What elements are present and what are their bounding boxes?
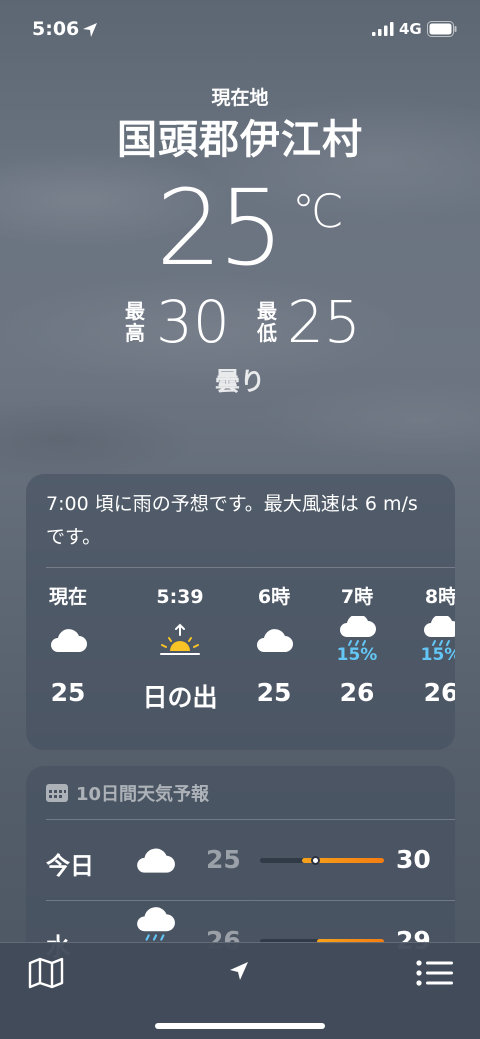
hour-temperature: 26 [339, 678, 375, 707]
cloud-rain-icon [137, 907, 175, 941]
status-time: 5:06 [32, 18, 80, 40]
city-name: 国頭郡伊江村 [117, 117, 363, 163]
cloud-icon [51, 629, 87, 652]
temperature-range-bar [260, 856, 384, 865]
map-icon[interactable] [28, 957, 64, 989]
hour-temperature: 25 [256, 678, 292, 707]
hour-temperature: 25 [50, 678, 86, 707]
low-label: 最低 [256, 300, 280, 344]
hour-label: 現在 [48, 586, 87, 608]
hour-label: 6時 [257, 586, 291, 608]
location-services-icon [83, 23, 97, 37]
hour-label: 5:39 [156, 586, 204, 608]
temperature-unit: ℃ [292, 184, 344, 238]
day-row-today[interactable]: 今日 25 30 [26, 820, 455, 900]
low-temperature: 25 [287, 288, 361, 356]
location-header: 現在地 国頭郡伊江村 [0, 84, 480, 166]
hour-label: 7時 [340, 586, 374, 608]
location-label: 現在地 [211, 87, 269, 109]
weather-condition: 曇り [214, 367, 265, 396]
ten-day-forecast-card[interactable]: 10日間天気予報 今日 25 30 水 26 29 [26, 766, 455, 966]
forecast-summary: 7:00 頃に雨の予想です。最大風速は 6 m/s です。 [46, 493, 418, 548]
ten-day-header: 10日間天気予報 [46, 780, 209, 806]
location-arrow-icon[interactable] [229, 961, 249, 981]
high-temperature: 30 [156, 288, 230, 356]
high-label: 最高 [124, 300, 148, 344]
hour-item[interactable]: 5:39 日の出 [132, 584, 228, 712]
battery-icon [427, 21, 457, 37]
hour-label: 8時 [424, 586, 455, 608]
day-high-temperature: 30 [396, 845, 431, 874]
ten-day-title: 10日間天気予報 [76, 784, 210, 805]
hour-item[interactable]: 7時 15% 26 [317, 584, 397, 707]
network-type: 4G [399, 20, 422, 38]
current-temperature-dot [311, 856, 321, 865]
bottom-toolbar [0, 942, 480, 1039]
hour-item[interactable]: 8時 15% 26 [401, 584, 455, 707]
high-low-row: 最高 30 最低 25 [0, 290, 480, 356]
day-low-temperature: 25 [206, 845, 241, 874]
home-indicator [155, 1023, 325, 1029]
hour-temperature: 日の出 [142, 683, 218, 712]
list-icon[interactable] [416, 959, 454, 987]
card-divider [46, 567, 455, 568]
hour-item[interactable]: 6時 25 [234, 584, 314, 707]
low-label-text: 最低 [257, 299, 277, 345]
calendar-icon [46, 784, 68, 802]
sunrise-icon [160, 623, 200, 655]
cellular-signal-icon [372, 22, 394, 36]
status-bar: 5:06 4G [0, 0, 480, 56]
current-temperature: 25 [156, 167, 284, 289]
hourly-forecast-card[interactable]: 7:00 頃に雨の予想です。最大風速は 6 m/s です。 現在 25 5:39… [26, 474, 455, 750]
precipitation-chance: 15% [336, 645, 378, 665]
cloud-icon [137, 848, 175, 873]
hour-temperature: 26 [423, 678, 455, 707]
current-temperature-row: 25 ℃ [0, 168, 480, 288]
hour-item[interactable]: 現在 25 [28, 584, 108, 707]
cloud-icon [257, 629, 293, 652]
day-name: 今日 [46, 852, 94, 880]
high-label-text: 最高 [125, 299, 145, 345]
precipitation-chance: 15% [420, 645, 455, 665]
